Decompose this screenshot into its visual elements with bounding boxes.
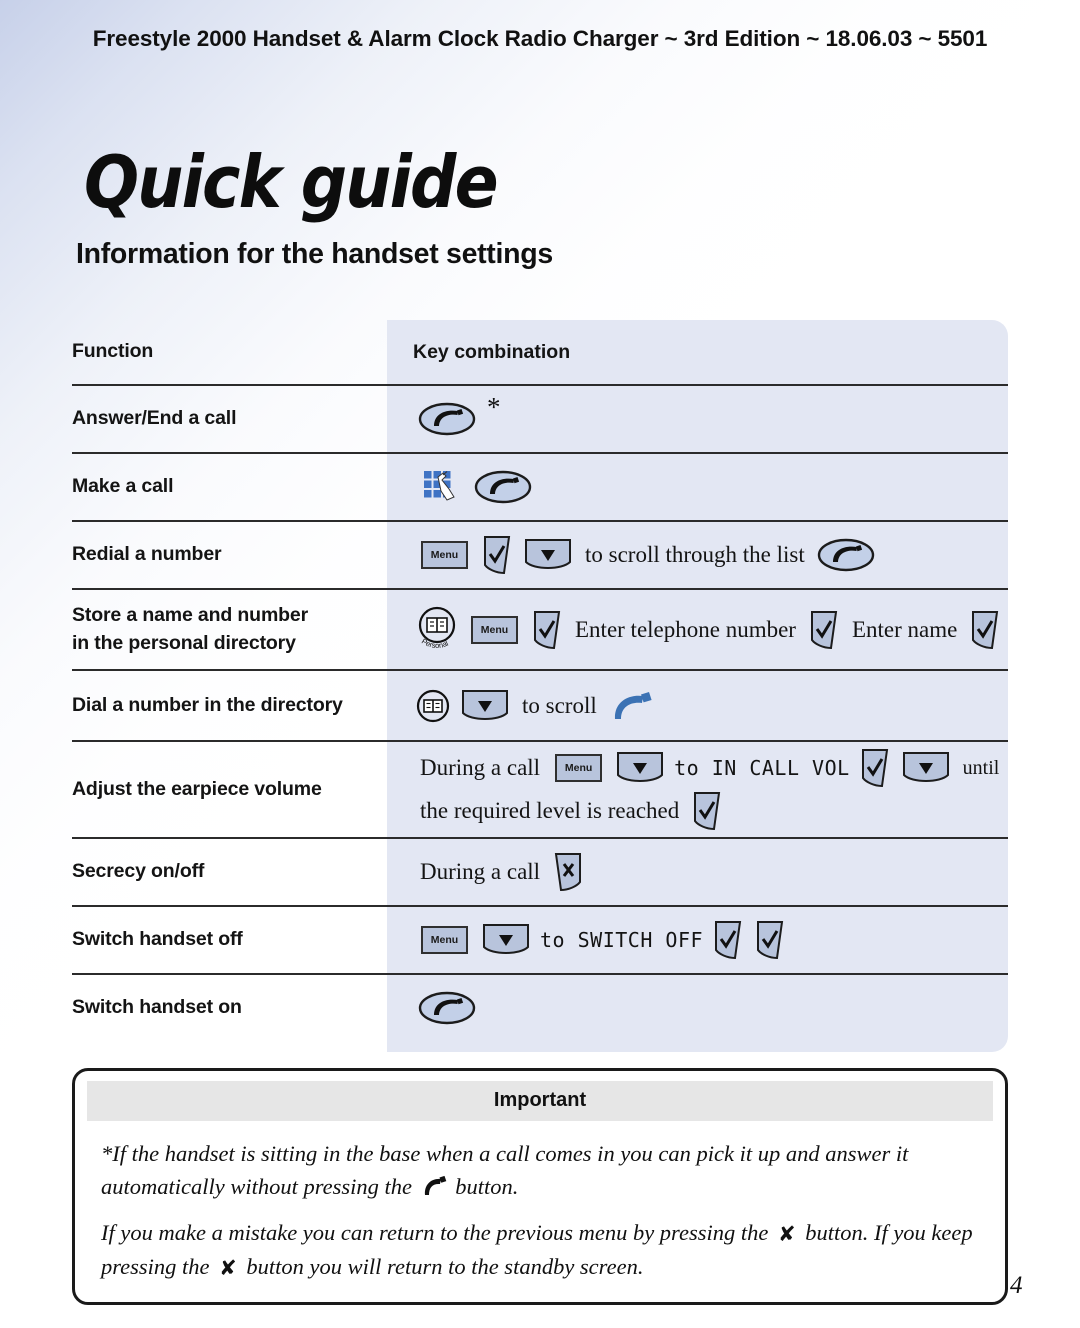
row-keys-dial-number-directory: to scroll bbox=[387, 671, 1008, 740]
row-label-make-call: Make a call bbox=[72, 475, 174, 498]
phone-oval-button-icon bbox=[418, 402, 476, 436]
row-label-adjust-earpiece-volume: Adjust the earpiece volume bbox=[72, 777, 322, 800]
cancel-key-icon bbox=[554, 853, 582, 892]
running-head: Freestyle 2000 Handset & Alarm Clock Rad… bbox=[92, 26, 988, 51]
row-keys-answer-end-call: * bbox=[387, 386, 1008, 452]
cancel-x-icon: ✘ bbox=[219, 1255, 237, 1280]
check-key-icon bbox=[715, 921, 742, 960]
important-paragraph-2-text-1: If you make a mistake you can return to … bbox=[101, 1219, 769, 1245]
column-header-key-combination: Key combination bbox=[413, 340, 571, 363]
table-header-row: Function Key combination bbox=[72, 320, 1008, 386]
table-row: Secrecy on/off During a call bbox=[72, 839, 1008, 907]
phone-oval-button-icon bbox=[418, 991, 476, 1025]
page-number: 4 bbox=[1010, 1272, 1023, 1299]
instruction-text: Enter name bbox=[851, 616, 958, 642]
important-body: *If the handset is sitting in the base w… bbox=[75, 1121, 1005, 1302]
row-label-line-2: in the personal directory bbox=[72, 631, 296, 654]
cancel-x-icon: ✘ bbox=[777, 1221, 796, 1246]
row-keys-switch-handset-off: Menu to SWITCH OFF bbox=[387, 907, 1008, 973]
instruction-text: During a call bbox=[420, 755, 541, 780]
menu-key-icon: Menu bbox=[421, 926, 468, 954]
row-label-line-1: Store a name and number bbox=[72, 603, 309, 626]
table-row: Answer/End a call * bbox=[72, 386, 1008, 454]
important-callout-box: Important *If the handset is sitting in … bbox=[72, 1068, 1008, 1305]
instruction-text: to scroll bbox=[522, 692, 597, 718]
important-paragraph-1: *If the handset is sitting in the base w… bbox=[101, 1137, 979, 1204]
phone-handset-icon bbox=[424, 1176, 446, 1196]
row-label-dial-number-directory: Dial a number in the directory bbox=[72, 693, 343, 716]
row-keys-make-call bbox=[387, 454, 1008, 520]
row-keys-adjust-earpiece-volume: During a call Menu to IN CALL VOL until … bbox=[387, 742, 1008, 837]
down-arrow-key-icon bbox=[902, 752, 949, 782]
instruction-text: the required level is reached bbox=[420, 798, 680, 823]
instruction-text: until bbox=[962, 756, 1000, 779]
down-arrow-key-icon bbox=[462, 689, 508, 720]
table-row: Switch handset on bbox=[72, 975, 1008, 1041]
important-paragraph-2: If you make a mistake you can return to … bbox=[101, 1216, 979, 1284]
down-arrow-key-icon bbox=[483, 924, 529, 954]
check-key-icon bbox=[972, 610, 999, 649]
lcd-display-text: to IN CALL VOL bbox=[674, 756, 850, 780]
check-key-icon bbox=[484, 536, 511, 575]
down-arrow-key-icon bbox=[617, 752, 664, 782]
phone-oval-button-icon bbox=[817, 538, 874, 572]
instruction-text: Enter telephone number bbox=[575, 616, 796, 642]
row-keys-store-name-number: Personal Menu Enter telephone number Ent… bbox=[387, 590, 1008, 669]
check-key-icon bbox=[757, 921, 784, 960]
phone-handset-icon bbox=[614, 691, 652, 719]
down-arrow-key-icon bbox=[525, 539, 571, 569]
table-row: Switch handset off Menu to SWITCH OFF bbox=[72, 907, 1008, 975]
footnote-asterisk: * bbox=[487, 392, 501, 422]
keypad-icon bbox=[424, 471, 455, 501]
check-key-icon bbox=[810, 610, 838, 649]
directory-icon bbox=[416, 689, 450, 722]
phone-oval-button-icon bbox=[474, 470, 532, 504]
lcd-display-text: to SWITCH OFF bbox=[540, 928, 704, 952]
table-row: Store a name and number in the personal … bbox=[72, 590, 1008, 671]
personal-directory-icon: Personal bbox=[418, 606, 456, 650]
row-label-answer-end-call: Answer/End a call bbox=[72, 407, 237, 430]
column-header-function: Function bbox=[72, 340, 154, 363]
page-title: Quick guide bbox=[84, 140, 499, 224]
instruction-text: During a call bbox=[420, 859, 541, 884]
row-keys-secrecy: During a call bbox=[387, 839, 1008, 905]
row-label-switch-handset-off: Switch handset off bbox=[72, 928, 243, 951]
table-row: Make a call bbox=[72, 454, 1008, 522]
check-key-icon bbox=[534, 610, 561, 649]
row-label-secrecy: Secrecy on/off bbox=[72, 860, 205, 883]
menu-key-icon: Menu bbox=[471, 615, 518, 644]
page-subtitle: Information for the handset settings bbox=[76, 238, 553, 270]
row-label-redial-number: Redial a number bbox=[72, 543, 222, 566]
table-row: Adjust the earpiece volume During a call… bbox=[72, 742, 1008, 839]
row-keys-redial-number: Menu to scroll through the list bbox=[387, 522, 1008, 588]
important-paragraph-1-text-2: button. bbox=[455, 1174, 519, 1200]
row-label-switch-handset-on: Switch handset on bbox=[72, 996, 242, 1019]
menu-key-icon: Menu bbox=[421, 541, 468, 569]
instruction-text: to scroll through the list bbox=[585, 542, 805, 567]
important-paragraph-2-text-3: button you will return to the standby sc… bbox=[246, 1253, 644, 1279]
table-row: Redial a number Menu to scroll through t… bbox=[72, 522, 1008, 590]
settings-table: Function Key combination Answer/End a ca… bbox=[72, 320, 1008, 1052]
important-heading: Important bbox=[87, 1081, 993, 1121]
check-key-icon bbox=[861, 749, 888, 788]
row-label-store-name-number: Store a name and number in the personal … bbox=[72, 590, 387, 669]
check-key-icon bbox=[694, 792, 721, 831]
row-keys-switch-handset-on bbox=[387, 975, 1008, 1041]
table-row: Dial a number in the directory to scroll bbox=[72, 671, 1008, 742]
menu-key-icon: Menu bbox=[555, 754, 603, 782]
